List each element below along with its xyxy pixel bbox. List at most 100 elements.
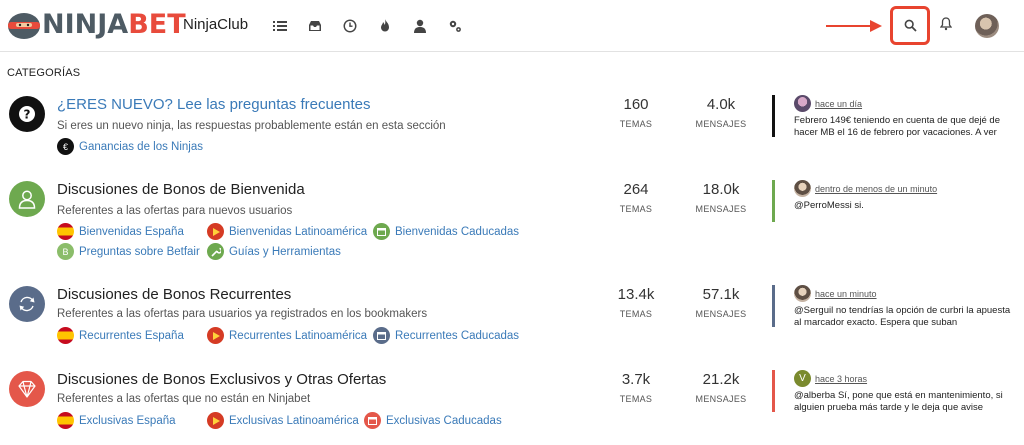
last-post-text: @alberba Sí, pone que está en mantenimie… xyxy=(794,390,1003,413)
last-post[interactable]: dentro de menos de un minuto @PerroMessi… xyxy=(772,180,1017,222)
category-description: Si eres un nuevo ninja, las respuestas p… xyxy=(57,120,446,132)
subcategory-exclusivas-latam[interactable]: Exclusivas Latinoamérica xyxy=(207,412,359,429)
last-post-text: Febrero 149€ teniendo en cuenta de que d… xyxy=(794,115,1000,138)
subcategory-recurrentes-espana[interactable]: Recurrentes España xyxy=(57,327,184,344)
subcategory-recurrentes-latam[interactable]: Recurrentes Latinoamérica xyxy=(207,327,367,344)
topics-stat: 13.4k TEMAS xyxy=(606,286,666,319)
question-icon: ? xyxy=(9,96,45,132)
subcategory-bienvenidas-espana[interactable]: Bienvenidas España xyxy=(57,223,184,240)
subcategory-label: Recurrentes España xyxy=(79,329,184,342)
posts-count: 57.1k xyxy=(702,286,740,303)
subcategory-label: Ganancias de los Ninjas xyxy=(79,140,204,153)
last-post-time[interactable]: hace 3 horas xyxy=(815,374,867,384)
topics-stat: 264 TEMAS xyxy=(606,181,666,214)
gears-icon[interactable] xyxy=(437,16,472,36)
topics-stat: 3.7k TEMAS xyxy=(606,371,666,404)
header-nav-icons xyxy=(262,16,472,36)
category-description: Referentes a las ofertas para usuarios y… xyxy=(57,308,428,320)
posts-label: MENSAJES xyxy=(695,309,747,319)
topics-count: 13.4k xyxy=(617,286,655,303)
inbox-icon[interactable] xyxy=(297,16,332,36)
calendar-icon xyxy=(373,223,390,240)
user-outline-icon xyxy=(9,181,45,217)
red-arrow-annotation xyxy=(826,20,882,32)
poster-avatar[interactable] xyxy=(794,285,811,302)
search-button[interactable] xyxy=(890,6,930,45)
calendar-icon xyxy=(373,327,390,344)
ninja-mascot-icon xyxy=(6,10,42,40)
last-post-time[interactable]: dentro de menos de un minuto xyxy=(815,184,937,194)
fire-icon[interactable] xyxy=(367,16,402,36)
subcategory-label: Exclusivas España xyxy=(79,414,176,427)
posts-count: 4.0k xyxy=(706,96,736,113)
logo-wordmark: NINJABET xyxy=(42,10,186,40)
euro-icon: € xyxy=(57,138,74,155)
subcategory-label: Bienvenidas España xyxy=(79,225,184,238)
last-post-text: @Serguil no tendrías la opción de curbri… xyxy=(794,305,1011,328)
category-description: Referentes a las ofertas para nuevos usu… xyxy=(57,205,293,217)
last-post[interactable]: hace un día Febrero 149€ teniendo en cue… xyxy=(772,95,1017,138)
ninjabet-logo[interactable]: NINJABET xyxy=(6,9,186,41)
subcategory-ganancias[interactable]: € Ganancias de los Ninjas xyxy=(57,138,203,155)
posts-stat: 18.0k MENSAJES xyxy=(686,181,756,214)
posts-label: MENSAJES xyxy=(695,394,747,404)
refresh-icon xyxy=(9,286,45,322)
poster-avatar[interactable] xyxy=(794,180,811,197)
last-post-time[interactable]: hace un día xyxy=(815,99,862,109)
subcategory-betfair[interactable]: B Preguntas sobre Betfair xyxy=(57,243,200,260)
last-post[interactable]: hace un minuto @Serguil no tendrías la o… xyxy=(772,285,1017,328)
poster-avatar[interactable]: V xyxy=(794,370,811,387)
wrench-icon xyxy=(207,243,224,260)
clock-icon[interactable] xyxy=(332,16,367,36)
subcategory-bienvenidas-caducadas[interactable]: Bienvenidas Caducadas xyxy=(373,223,519,240)
topics-count: 264 xyxy=(623,181,649,198)
ninjaclub-link[interactable]: NinjaClub xyxy=(183,16,248,33)
topics-stat: 160 TEMAS xyxy=(606,96,666,129)
last-post-header: V hace 3 horas xyxy=(794,370,1017,387)
last-post-header: hace un minuto xyxy=(794,285,1017,302)
top-navbar: NINJABET NinjaClub xyxy=(0,0,1024,52)
last-post-header: hace un día xyxy=(794,95,1017,112)
play-icon xyxy=(207,223,224,240)
last-post[interactable]: V hace 3 horas @alberba Sí, pone que est… xyxy=(772,370,1017,413)
posts-label: MENSAJES xyxy=(695,119,747,129)
posts-count: 18.0k xyxy=(702,181,740,198)
subcategory-guias[interactable]: Guías y Herramientas xyxy=(207,243,341,260)
subcategory-bienvenidas-latam[interactable]: Bienvenidas Latinoamérica xyxy=(207,223,367,240)
posts-stat: 57.1k MENSAJES xyxy=(686,286,756,319)
subcategory-recurrentes-caducadas[interactable]: Recurrentes Caducadas xyxy=(373,327,519,344)
logo-part-ninja: NINJA xyxy=(42,9,129,40)
subcategory-exclusivas-caducadas[interactable]: Exclusivas Caducadas xyxy=(364,412,502,429)
topics-label: TEMAS xyxy=(619,204,653,214)
poster-avatar[interactable] xyxy=(794,95,811,112)
posts-stat: 4.0k MENSAJES xyxy=(686,96,756,129)
subcategory-label: Recurrentes Latinoamérica xyxy=(229,329,368,342)
category-title[interactable]: Discusiones de Bonos Recurrentes xyxy=(57,286,291,303)
logo-part-bet: BET xyxy=(128,9,186,40)
user-icon[interactable] xyxy=(402,16,437,36)
category-title[interactable]: ¿ERES NUEVO? Lee las preguntas frecuente… xyxy=(57,96,371,113)
svg-text:?: ? xyxy=(24,108,31,122)
last-post-header: dentro de menos de un minuto xyxy=(794,180,1017,197)
subcategory-label: Exclusivas Caducadas xyxy=(386,414,502,427)
spain-flag-icon xyxy=(57,223,74,240)
topics-count: 160 xyxy=(623,96,649,113)
category-description: Referentes a las ofertas que no están en… xyxy=(57,393,311,405)
subcategory-exclusivas-espana[interactable]: Exclusivas España xyxy=(57,412,176,429)
spain-flag-icon xyxy=(57,327,74,344)
category-title[interactable]: Discusiones de Bonos de Bienvenida xyxy=(57,181,305,198)
subcategory-label: Recurrentes Caducadas xyxy=(395,329,520,342)
spain-flag-icon xyxy=(57,412,74,429)
diamond-icon xyxy=(9,371,45,407)
subcategory-label: Bienvenidas Latinoamérica xyxy=(229,225,368,238)
notifications-bell-icon[interactable] xyxy=(938,17,954,35)
topics-count: 3.7k xyxy=(621,371,651,388)
list-icon[interactable] xyxy=(262,16,297,36)
last-post-time[interactable]: hace un minuto xyxy=(815,289,877,299)
category-title[interactable]: Discusiones de Bonos Exclusivos y Otras … xyxy=(57,371,386,388)
calendar-icon xyxy=(364,412,381,429)
user-avatar[interactable] xyxy=(975,14,999,38)
topics-label: TEMAS xyxy=(619,119,653,129)
last-post-text: @PerroMessi si. xyxy=(794,200,864,211)
play-icon xyxy=(207,327,224,344)
